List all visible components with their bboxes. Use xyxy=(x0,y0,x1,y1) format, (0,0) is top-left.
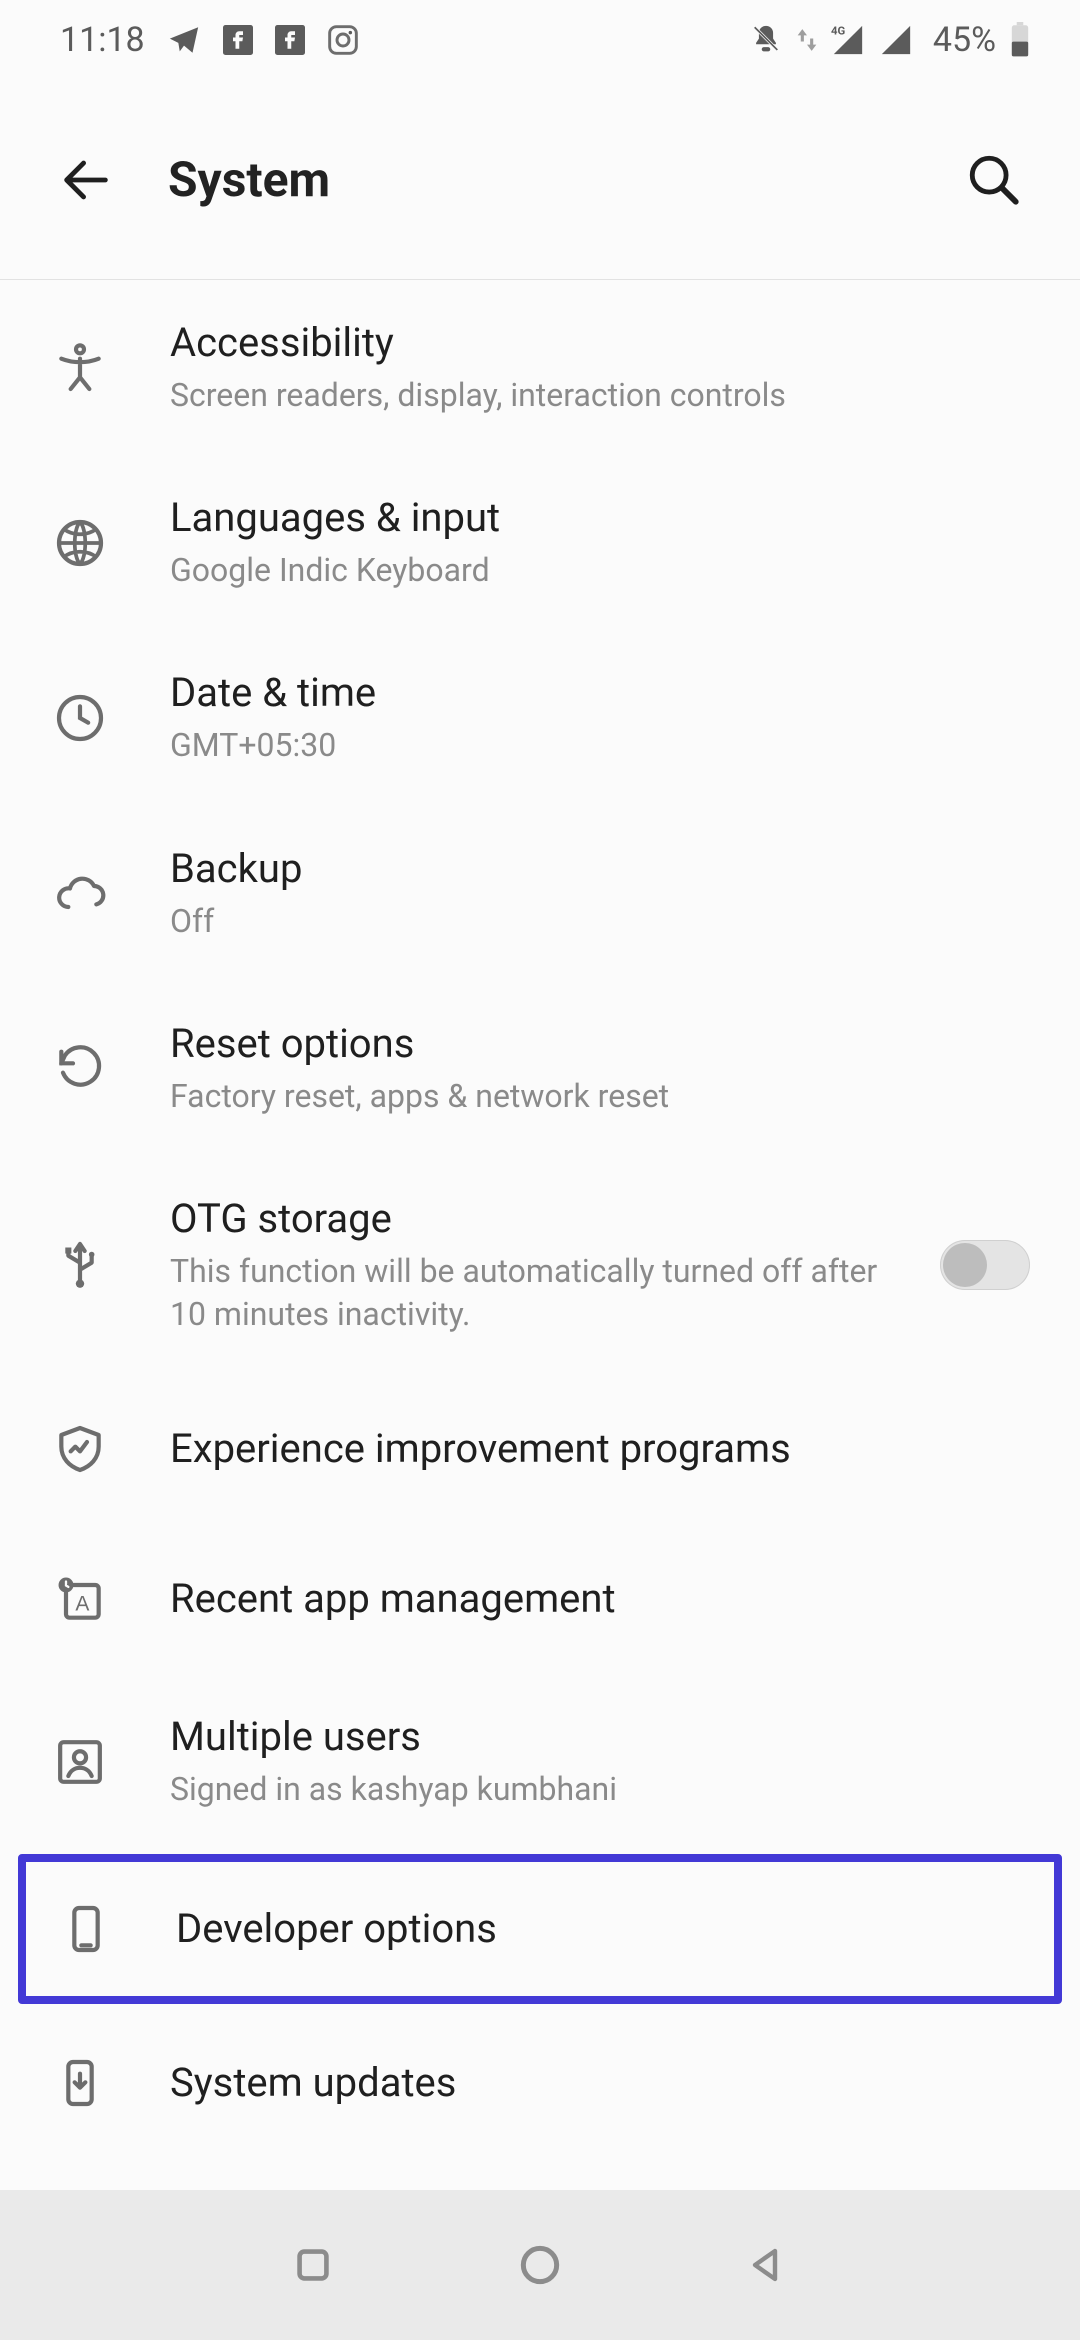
signal-4g-icon: 4G xyxy=(831,23,865,57)
instagram-icon xyxy=(327,24,359,56)
status-bar: 11:18 4G xyxy=(0,0,1080,80)
navigation-bar xyxy=(0,2190,1080,2340)
data-arrows-icon xyxy=(797,26,817,54)
row-accessibility[interactable]: Accessibility Screen readers, display, i… xyxy=(0,280,1080,455)
row-title: Accessibility xyxy=(170,318,1030,368)
square-icon xyxy=(290,2242,336,2288)
arrow-left-icon xyxy=(57,151,115,209)
row-recent-app-management[interactable]: A Recent app management xyxy=(0,1524,1080,1674)
svg-text:4G: 4G xyxy=(831,23,845,37)
phone-icon xyxy=(56,1899,116,1959)
nav-recent-button[interactable] xyxy=(278,2230,348,2300)
signal-icon xyxy=(879,23,913,57)
row-title: Languages & input xyxy=(170,493,1030,543)
row-title: Experience improvement programs xyxy=(170,1424,1030,1474)
row-title: System updates xyxy=(170,2058,1030,2108)
row-subtitle: Factory reset, apps & network reset xyxy=(170,1075,930,1118)
row-subtitle: Google Indic Keyboard xyxy=(170,549,930,592)
page-title: System xyxy=(168,151,330,208)
triangle-left-icon xyxy=(743,2241,791,2289)
row-date-time[interactable]: Date & time GMT+05:30 xyxy=(0,630,1080,805)
row-reset-options[interactable]: Reset options Factory reset, apps & netw… xyxy=(0,981,1080,1156)
facebook-icon xyxy=(275,25,305,55)
search-button[interactable] xyxy=(958,144,1030,216)
row-title: Recent app management xyxy=(170,1574,1030,1624)
toggle-off-icon xyxy=(940,1240,1030,1290)
globe-icon xyxy=(50,513,110,573)
row-system-updates[interactable]: System updates xyxy=(0,2008,1080,2158)
row-languages-input[interactable]: Languages & input Google Indic Keyboard xyxy=(0,455,1080,630)
svg-text:A: A xyxy=(75,1593,89,1616)
shield-chart-icon xyxy=(50,1419,110,1479)
battery-percent: 45% xyxy=(933,20,996,60)
accessibility-icon xyxy=(50,338,110,398)
usb-icon xyxy=(50,1235,110,1295)
settings-list: Accessibility Screen readers, display, i… xyxy=(0,280,1080,2158)
reset-icon xyxy=(50,1038,110,1098)
user-box-icon xyxy=(50,1732,110,1792)
app-bar: System xyxy=(0,80,1080,280)
download-phone-icon xyxy=(50,2053,110,2113)
row-title: Multiple users xyxy=(170,1712,1030,1762)
otg-toggle[interactable] xyxy=(940,1240,1030,1290)
cloud-icon xyxy=(50,863,110,923)
row-subtitle: Screen readers, display, interaction con… xyxy=(170,374,930,417)
mute-icon xyxy=(749,23,783,57)
nav-home-button[interactable] xyxy=(505,2230,575,2300)
row-title: Reset options xyxy=(170,1019,1030,1069)
search-icon xyxy=(965,151,1023,209)
row-subtitle: Off xyxy=(170,900,930,943)
row-subtitle: GMT+05:30 xyxy=(170,724,930,767)
status-time: 11:18 xyxy=(60,20,145,60)
back-button[interactable] xyxy=(50,144,122,216)
telegram-icon xyxy=(167,23,201,57)
row-experience-improvement[interactable]: Experience improvement programs xyxy=(0,1374,1080,1524)
battery-icon xyxy=(1010,22,1030,58)
row-subtitle: This function will be automatically turn… xyxy=(170,1250,920,1336)
circle-icon xyxy=(515,2240,565,2290)
row-title: Backup xyxy=(170,844,1030,894)
nav-back-button[interactable] xyxy=(732,2230,802,2300)
recent-app-icon: A xyxy=(50,1569,110,1629)
clock-icon xyxy=(50,688,110,748)
row-backup[interactable]: Backup Off xyxy=(0,806,1080,981)
row-developer-options[interactable]: Developer options xyxy=(18,1854,1062,2004)
row-otg-storage[interactable]: OTG storage This function will be automa… xyxy=(0,1156,1080,1374)
row-title: Developer options xyxy=(176,1904,1022,1954)
row-subtitle: Signed in as kashyap kumbhani xyxy=(170,1768,930,1811)
row-title: OTG storage xyxy=(170,1194,920,1244)
row-multiple-users[interactable]: Multiple users Signed in as kashyap kumb… xyxy=(0,1674,1080,1849)
facebook-icon xyxy=(223,25,253,55)
row-title: Date & time xyxy=(170,668,1030,718)
